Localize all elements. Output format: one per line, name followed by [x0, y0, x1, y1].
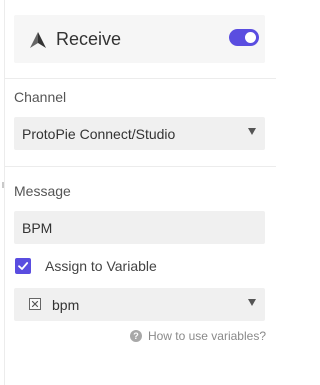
help-icon: ? — [129, 330, 142, 342]
checkmark-icon — [18, 262, 29, 270]
channel-label: Channel — [14, 89, 67, 105]
chevron-down-icon — [248, 299, 256, 306]
divider — [4, 166, 276, 167]
trigger-title: Receive — [56, 29, 122, 49]
channel-selected-value: ProtoPie Connect/Studio — [22, 126, 176, 142]
variable-dropdown[interactable]: bpm — [14, 288, 265, 321]
message-label: Message — [14, 183, 71, 199]
help-text: How to use variables? — [147, 329, 266, 343]
divider — [4, 78, 276, 79]
chevron-down-icon — [248, 128, 256, 135]
channel-dropdown[interactable]: ProtoPie Connect/Studio — [14, 117, 265, 150]
assign-variable-checkbox[interactable] — [15, 258, 31, 274]
assign-variable-label: Assign to Variable — [45, 258, 157, 274]
protopie-logo-icon — [29, 31, 47, 49]
variable-selected-value: bpm — [52, 297, 80, 313]
message-value: BPM — [22, 220, 53, 236]
panel-resize-handle[interactable] — [2, 182, 4, 188]
message-input[interactable]: BPM — [14, 211, 265, 244]
receive-toggle[interactable] — [229, 29, 259, 46]
help-link[interactable]: ? How to use variables? — [129, 329, 266, 343]
panel-left-border — [4, 0, 5, 385]
toggle-knob — [245, 32, 256, 43]
variable-icon — [29, 298, 41, 310]
trigger-header: Receive — [14, 15, 265, 63]
